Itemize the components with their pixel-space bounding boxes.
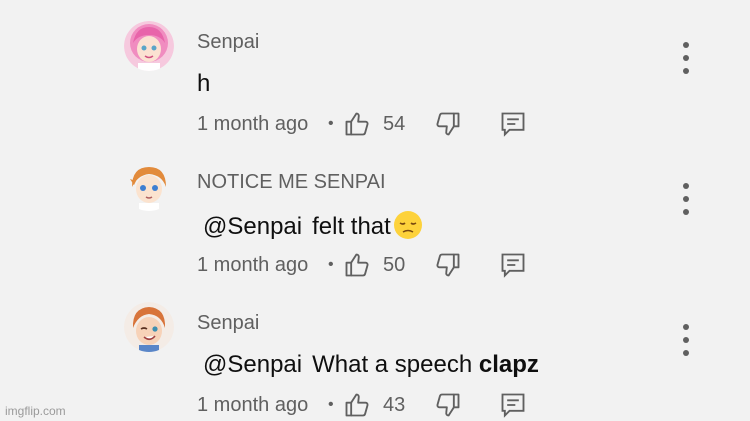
comment-text: h	[197, 70, 210, 98]
more-options-button[interactable]	[674, 322, 698, 358]
pensive-face-emoji	[393, 210, 423, 240]
thumbs-down-icon	[436, 112, 460, 136]
reply-comment-icon	[501, 112, 525, 137]
separator-dot: •	[328, 256, 334, 273]
thumbs-down-icon	[436, 253, 460, 277]
like-button[interactable]	[343, 110, 371, 138]
comment-author[interactable]: Senpai	[197, 312, 259, 335]
comment-bold-text: clapz	[478, 351, 539, 378]
dislike-button[interactable]	[434, 391, 462, 419]
comment-body: What a speech	[312, 351, 479, 378]
more-vertical-icon	[683, 183, 689, 215]
comment-body: h	[197, 70, 211, 97]
separator-dot: •	[328, 115, 334, 132]
comment-3: Senpai @Senpai What a speech clapz 1 mont…	[0, 281, 750, 421]
like-count: 54	[383, 113, 406, 135]
avatar[interactable]	[124, 302, 174, 352]
comment-timestamp[interactable]: 1 month ago	[197, 250, 308, 280]
more-vertical-icon	[683, 324, 689, 356]
comment-actions: 1 month ago • 50	[197, 250, 557, 280]
like-count: 50	[383, 254, 406, 276]
imgflip-watermark: imgflip.com	[5, 404, 66, 418]
comment-actions: 1 month ago • 54	[197, 109, 557, 139]
mention-link[interactable]: @Senpai	[203, 213, 302, 240]
reply-button[interactable]	[499, 110, 527, 138]
more-vertical-icon	[683, 42, 689, 74]
more-options-button[interactable]	[674, 40, 698, 76]
mention-link[interactable]: @Senpai	[203, 351, 302, 378]
reply-comment-icon	[501, 393, 525, 418]
like-button[interactable]	[343, 251, 371, 279]
comment-text: @Senpai What a speech clapz	[203, 351, 539, 379]
separator-dot: •	[328, 396, 334, 413]
dislike-button[interactable]	[434, 110, 462, 138]
reply-button[interactable]	[499, 251, 527, 279]
thumbs-up-icon	[345, 253, 369, 277]
comment-actions: 1 month ago • 43	[197, 390, 557, 420]
reply-button[interactable]	[499, 391, 527, 419]
thumbs-up-icon	[345, 112, 369, 136]
comment-timestamp[interactable]: 1 month ago	[197, 390, 308, 420]
thumbs-up-icon	[345, 393, 369, 417]
comment-author[interactable]: NOTICE ME SENPAI	[197, 171, 386, 194]
comment-timestamp[interactable]: 1 month ago	[197, 109, 308, 139]
avatar[interactable]	[124, 161, 174, 211]
more-options-button[interactable]	[674, 181, 698, 217]
avatar[interactable]	[124, 21, 174, 71]
comment-author[interactable]: Senpai	[197, 31, 259, 54]
comment-2: NOTICE ME SENPAI @Senpai felt that 1 mont…	[0, 140, 750, 280]
reply-comment-icon	[501, 253, 525, 278]
like-count: 43	[383, 394, 406, 416]
comment-1: Senpai h 1 month ago • 54	[0, 0, 750, 140]
dislike-button[interactable]	[434, 251, 462, 279]
thumbs-down-icon	[436, 393, 460, 417]
comment-text: @Senpai felt that	[203, 210, 423, 241]
comment-body: felt that	[312, 213, 391, 240]
like-button[interactable]	[343, 391, 371, 419]
